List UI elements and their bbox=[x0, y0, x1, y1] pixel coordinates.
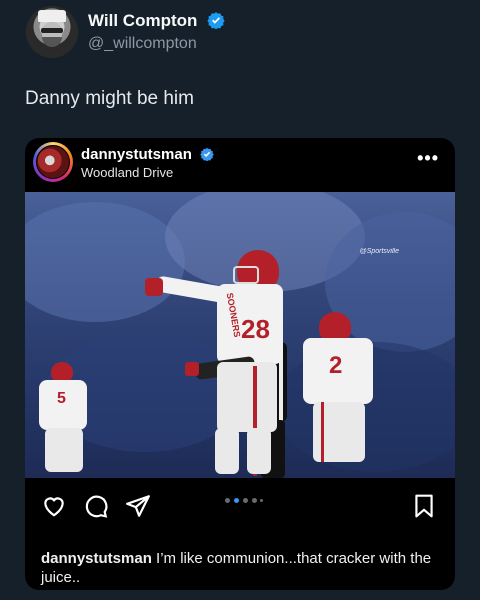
player-right: 2 bbox=[295, 312, 385, 478]
instagram-username-row[interactable]: dannystutsman bbox=[81, 146, 214, 163]
player-main: SOONERS 28 bbox=[145, 248, 295, 478]
author-handle[interactable]: @_willcompton bbox=[88, 35, 197, 53]
player-left: 5 bbox=[35, 362, 95, 478]
carousel-dot bbox=[252, 498, 257, 503]
instagram-post-embed[interactable]: dannystutsman Woodland Drive ••• @Sports… bbox=[25, 138, 455, 590]
tweet-header: Will Compton @_willcompton bbox=[26, 6, 466, 58]
post-caption: dannystutsman I’m like communion...that … bbox=[41, 549, 441, 587]
avatar-hat bbox=[38, 10, 66, 22]
instagram-story-ring[interactable] bbox=[33, 142, 73, 182]
heart-icon[interactable] bbox=[41, 493, 67, 519]
carousel-dot-active bbox=[234, 498, 239, 503]
instagram-verified-icon bbox=[200, 147, 214, 161]
avatar-glasses bbox=[41, 28, 63, 33]
carousel-dot bbox=[260, 499, 263, 502]
player-front-number: 28 bbox=[241, 314, 270, 344]
player-left-number: 5 bbox=[57, 390, 66, 407]
caption-username[interactable]: dannystutsman bbox=[41, 550, 152, 567]
carousel-dot bbox=[243, 498, 248, 503]
author-display-name[interactable]: Will Compton bbox=[88, 11, 197, 30]
verified-badge-icon bbox=[207, 12, 225, 29]
share-icon[interactable] bbox=[125, 493, 151, 519]
instagram-location[interactable]: Woodland Drive bbox=[81, 165, 173, 180]
post-photo[interactable]: @Sportsville 5 2 SOONERS 28 bbox=[25, 192, 455, 478]
avatar[interactable] bbox=[26, 6, 78, 58]
tweet-text: Danny might be him bbox=[25, 88, 194, 109]
comment-icon[interactable] bbox=[83, 493, 109, 519]
author-name-row[interactable]: Will Compton bbox=[88, 11, 225, 31]
instagram-avatar bbox=[36, 145, 70, 179]
player-back-number: 2 bbox=[329, 352, 343, 379]
photo-watermark: @Sportsville bbox=[359, 248, 399, 255]
instagram-username[interactable]: dannystutsman bbox=[81, 146, 192, 163]
avatar-beard bbox=[42, 37, 62, 47]
more-horizontal-icon[interactable]: ••• bbox=[417, 148, 439, 169]
bookmark-icon[interactable] bbox=[411, 493, 437, 519]
carousel-dot bbox=[225, 498, 230, 503]
